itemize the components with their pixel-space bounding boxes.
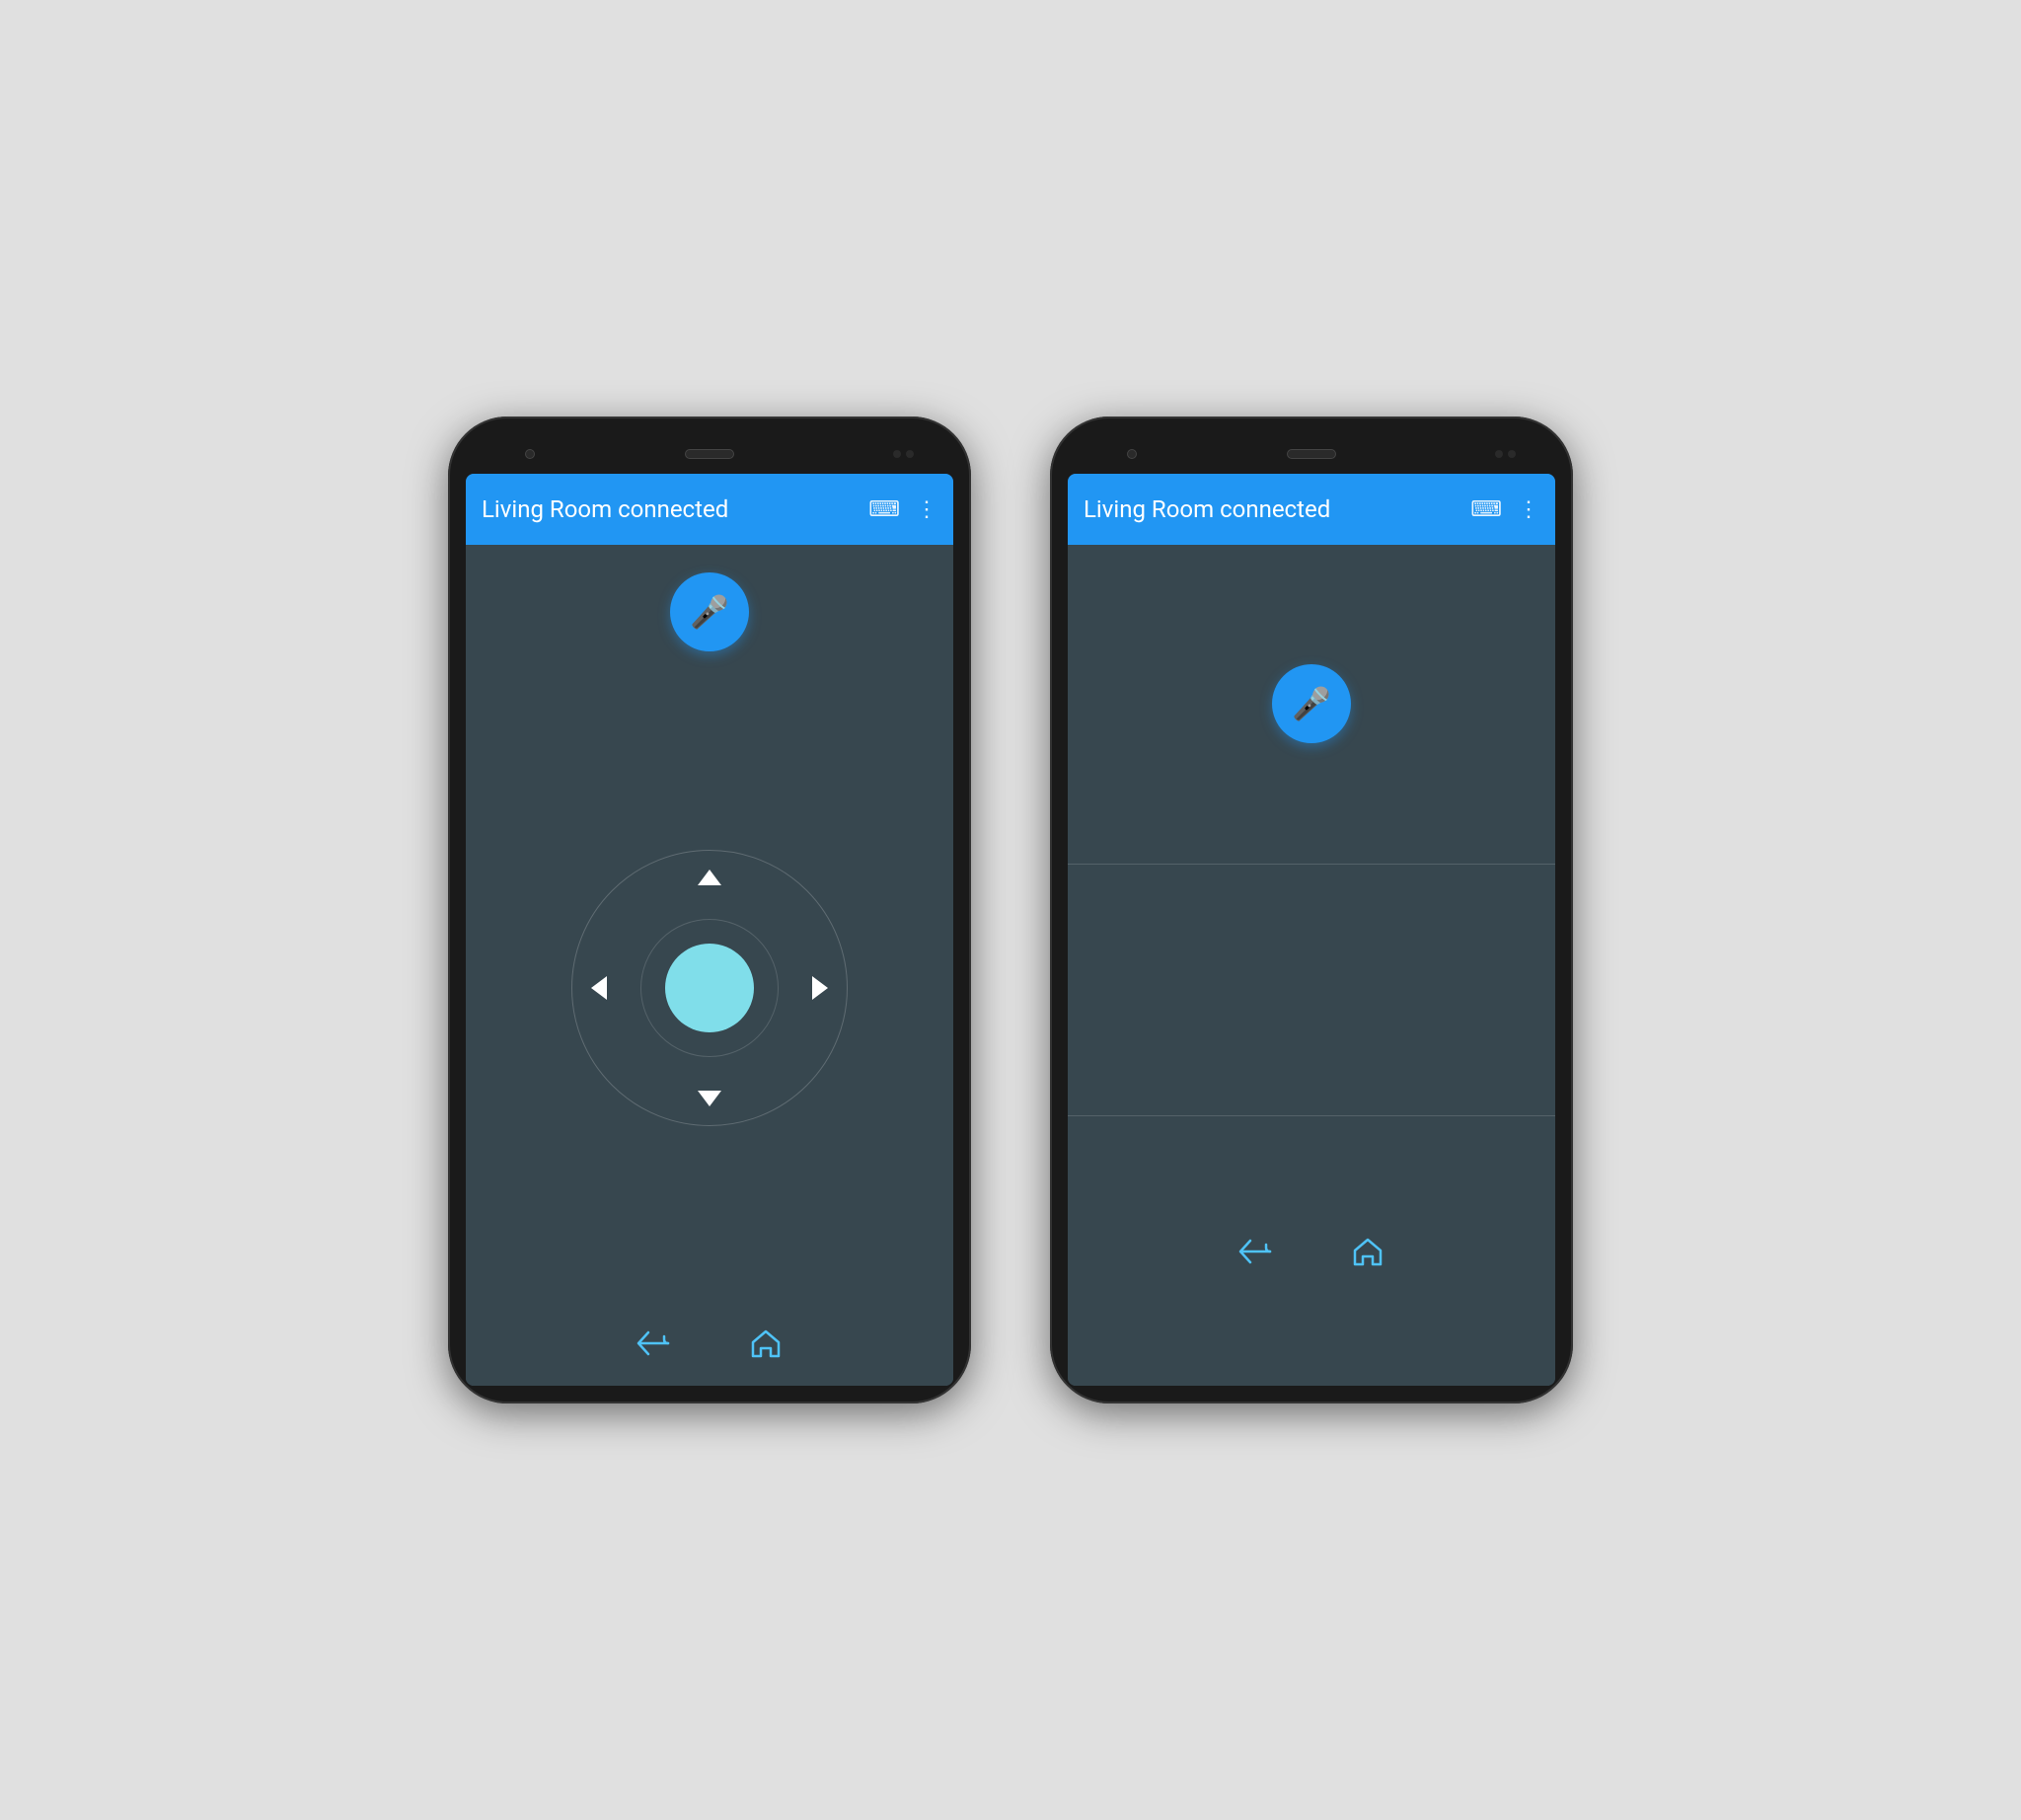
speaker-grille [685, 449, 734, 459]
microphone-icon-1: 🎤 [690, 593, 729, 631]
dot-4 [1508, 450, 1516, 458]
camera-lens-2 [1127, 449, 1137, 459]
mic-button-1[interactable]: 🎤 [670, 572, 749, 651]
phone-1: Living Room connected ⌨ ⋮ 🎤 [448, 417, 971, 1403]
indicator-dots [893, 450, 914, 458]
home-button-2[interactable] [1351, 1237, 1385, 1266]
microphone-icon-2: 🎤 [1292, 685, 1331, 722]
dpad-container [571, 850, 848, 1126]
app-bar-2: Living Room connected ⌨ ⋮ [1068, 474, 1555, 545]
bottom-nav-2 [1068, 1116, 1555, 1386]
indicator-dots-2 [1495, 450, 1516, 458]
dpad-left-button[interactable] [579, 968, 619, 1008]
app-title-2: Living Room connected [1084, 495, 1455, 523]
menu-icon-1[interactable]: ⋮ [916, 496, 937, 522]
phone-1-screen: Living Room connected ⌨ ⋮ 🎤 [466, 474, 953, 1386]
menu-icon-2[interactable]: ⋮ [1518, 496, 1539, 522]
speaker-grille-2 [1287, 449, 1336, 459]
dpad-section [466, 671, 953, 1305]
bottom-nav-1 [466, 1305, 953, 1386]
phone-2-screen: Living Room connected ⌨ ⋮ 🎤 [1068, 474, 1555, 1386]
home-button-1[interactable] [749, 1328, 783, 1358]
dot-3 [1495, 450, 1503, 458]
dot-2 [906, 450, 914, 458]
mic-section-1: 🎤 [466, 545, 953, 671]
back-button-2[interactable] [1238, 1239, 1272, 1264]
dpad-right-button[interactable] [800, 968, 840, 1008]
mic-button-2[interactable]: 🎤 [1272, 664, 1351, 743]
phone-2-mid-section [1068, 865, 1555, 1117]
phone-2-top-bar [1068, 434, 1555, 474]
phones-container: Living Room connected ⌨ ⋮ 🎤 [448, 417, 1573, 1403]
app-bar-1: Living Room connected ⌨ ⋮ [466, 474, 953, 545]
app-title-1: Living Room connected [482, 495, 853, 523]
dot-1 [893, 450, 901, 458]
phone-2-content: 🎤 [1068, 545, 1555, 1386]
dpad-down-button[interactable] [690, 1079, 729, 1118]
keyboard-icon-1[interactable]: ⌨ [868, 496, 900, 522]
dpad-up-button[interactable] [690, 858, 729, 897]
phone-2-top-section: 🎤 [1068, 545, 1555, 865]
phone-2: Living Room connected ⌨ ⋮ 🎤 [1050, 417, 1573, 1403]
keyboard-icon-2[interactable]: ⌨ [1470, 496, 1502, 522]
phone-1-top-bar [466, 434, 953, 474]
back-button-1[interactable] [636, 1328, 670, 1358]
camera-lens [525, 449, 535, 459]
phone-1-content: 🎤 [466, 545, 953, 1386]
dpad-center-button[interactable] [665, 944, 754, 1032]
